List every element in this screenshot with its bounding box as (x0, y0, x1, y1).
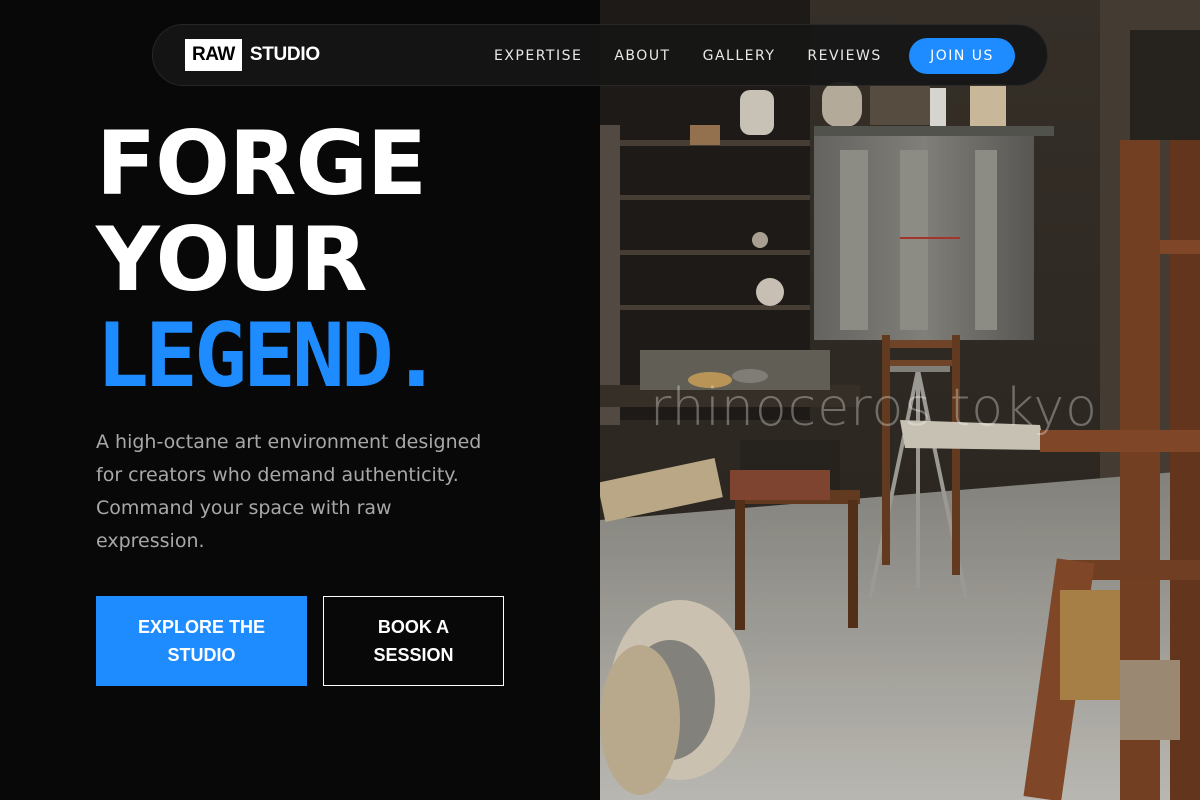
hero-title-line-1: FORGE (96, 112, 427, 215)
nav-link-gallery[interactable]: GALLERY (703, 48, 776, 64)
join-us-button[interactable]: JOIN US (909, 38, 1015, 74)
hero-title-accent: LEGEND. (96, 304, 443, 407)
nav-links: EXPERTISE ABOUT GALLERY REVIEWS (494, 25, 914, 87)
nav-link-about[interactable]: ABOUT (614, 48, 670, 64)
logo-text: STUDIO (249, 44, 320, 65)
photo-watermark: rhinoceros tokyo (650, 378, 1098, 438)
hero-title: FORGE YOUR LEGEND. (96, 112, 443, 407)
book-session-button[interactable]: BOOK A SESSION (323, 596, 504, 686)
nav-link-reviews[interactable]: REVIEWS (807, 48, 881, 64)
hero-title-line-2: YOUR (96, 208, 368, 311)
nav-link-expertise[interactable]: EXPERTISE (494, 48, 582, 64)
top-navigation: RAW STUDIO EXPERTISE ABOUT GALLERY REVIE… (152, 24, 1048, 86)
explore-studio-button[interactable]: EXPLORE THE STUDIO (96, 596, 307, 686)
logo-box: RAW (185, 39, 242, 71)
hero-description: A high-octane art environment designed f… (96, 431, 482, 552)
brand-logo[interactable]: RAW STUDIO (185, 39, 320, 71)
